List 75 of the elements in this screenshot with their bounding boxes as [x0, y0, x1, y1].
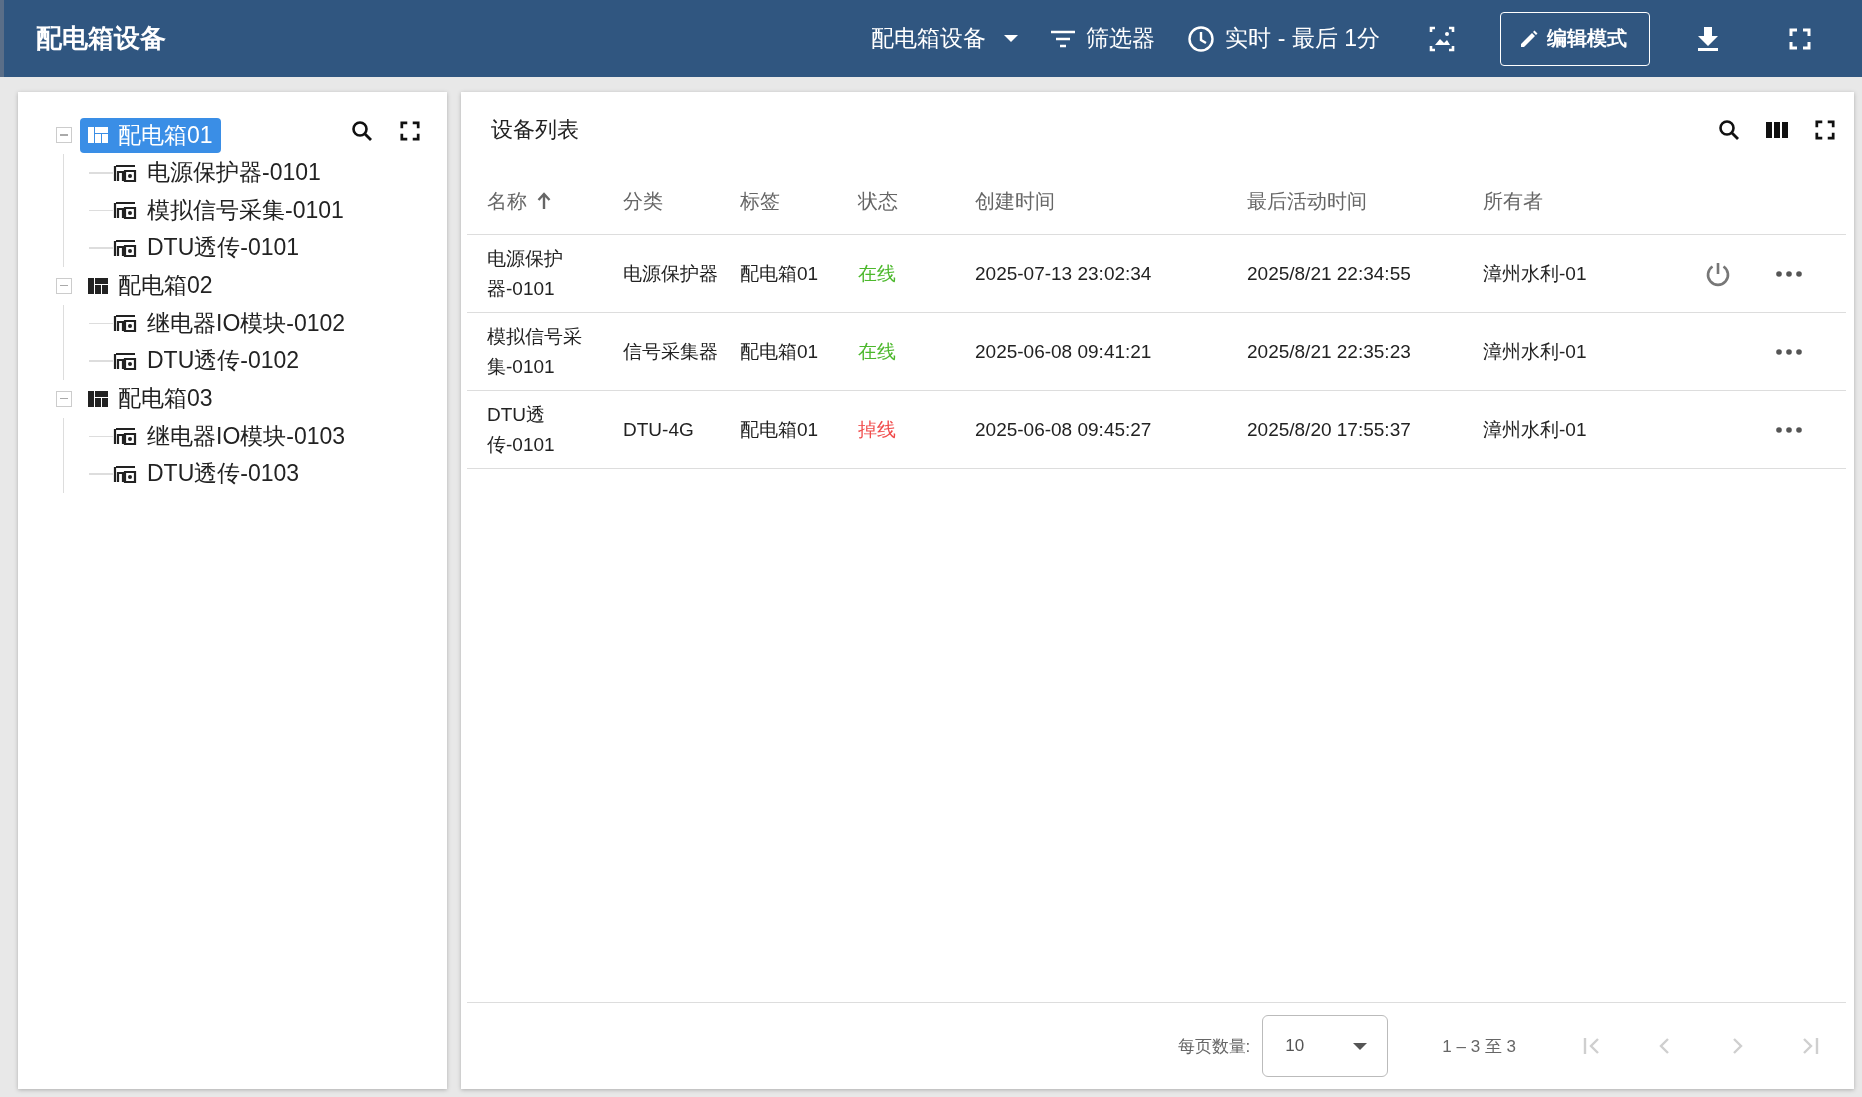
download-icon [1696, 25, 1720, 52]
tree-item[interactable]: 继电器IO模块-0102 [113, 305, 354, 341]
page-size-select[interactable]: 10 [1262, 1015, 1389, 1077]
tree-item[interactable]: DTU透传-0102 [113, 343, 308, 379]
table-cell: 漳州水利-01 [1483, 340, 1587, 362]
device-icon [113, 237, 137, 258]
table-cell: 电源保护器 [623, 262, 718, 284]
column-header[interactable]: 状态 [858, 187, 898, 215]
collapse-toggle[interactable] [56, 127, 72, 143]
status-text: 在线 [858, 262, 896, 284]
table-cell: 2025/8/20 17:55:37 [1247, 418, 1411, 440]
search-icon [1717, 118, 1741, 142]
tree-item[interactable]: 配电箱02 [80, 268, 221, 303]
column-header[interactable]: 分类 [623, 187, 663, 215]
caret-icon [1004, 35, 1019, 42]
sort-ascending-icon [537, 192, 551, 210]
table-cell: 2025/8/21 22:34:55 [1247, 262, 1411, 284]
tree-item[interactable]: 配电箱03 [80, 381, 221, 416]
dashboard-icon [88, 127, 108, 143]
table-cell-text: 模拟信号采集-0101 [487, 325, 583, 379]
device-icon [113, 200, 137, 221]
tree-item[interactable]: 继电器IO模块-0103 [113, 418, 354, 454]
fullscreen-icon [400, 121, 420, 141]
clock-icon [1187, 24, 1216, 53]
table-cell: DTU-4G [623, 418, 694, 440]
table-cell: 配电箱01 [740, 340, 819, 362]
table-cell: 2025-07-13 23:02:34 [975, 262, 1152, 284]
filter-icon [1050, 28, 1077, 49]
table-cell: 2025-06-08 09:41:21 [975, 340, 1152, 362]
column-header[interactable]: 最后活动时间 [1247, 187, 1367, 215]
dashboard-icon [88, 277, 108, 294]
column-header[interactable]: 创建时间 [975, 187, 1055, 215]
table-cell: 漳州水利-01 [1483, 262, 1587, 284]
page-range: 1 – 3 至 3 [1442, 1035, 1516, 1058]
more-icon [1776, 270, 1802, 277]
device-icon [113, 350, 137, 371]
table-title: 设备列表 [491, 116, 579, 144]
tree-item[interactable]: DTU透传-0103 [113, 456, 308, 492]
table-cell: 2025-06-08 09:45:27 [975, 418, 1152, 440]
status-text: 掉线 [858, 418, 896, 440]
collapse-toggle[interactable] [56, 277, 72, 294]
tree-item[interactable]: 模拟信号采集-0101 [113, 192, 352, 228]
table-cell: 信号采集器 [623, 340, 718, 362]
dashboard-icon [88, 390, 108, 407]
fullscreen-icon [1815, 120, 1835, 140]
tree-item[interactable]: 电源保护器-0101 [113, 155, 329, 191]
collapse-toggle[interactable] [56, 390, 72, 407]
search-icon [350, 119, 374, 143]
device-icon [113, 162, 137, 183]
fullscreen-icon [1789, 27, 1811, 50]
page-title: 配电箱设备 [36, 22, 166, 55]
table-cell-text: DTU透传-0101 [487, 403, 556, 457]
device-icon [113, 426, 137, 447]
edit-mode-button[interactable]: 编辑模式 [1500, 11, 1650, 66]
device-icon [113, 463, 137, 484]
filter-button[interactable]: 筛选器 [1046, 17, 1160, 60]
column-header[interactable]: 所有者 [1483, 187, 1543, 215]
caret-icon [1353, 1042, 1368, 1050]
table-cell: 漳州水利-01 [1483, 418, 1587, 440]
table-cell-text: 电源保护器-0101 [487, 247, 564, 301]
page-size-label: 每页数量: [1177, 1035, 1251, 1058]
pencil-icon [1519, 28, 1539, 49]
tree-item[interactable]: DTU透传-0101 [113, 230, 308, 266]
column-header[interactable]: 名称 [487, 187, 551, 215]
more-icon [1776, 348, 1802, 355]
status-text: 在线 [858, 340, 896, 362]
more-icon [1776, 426, 1802, 433]
time-window-button[interactable]: 实时 - 最后 1分 [1183, 17, 1384, 60]
table-cell: 2025/8/21 22:35:23 [1247, 340, 1411, 362]
dashboard-select[interactable]: 配电箱设备 [867, 17, 1023, 60]
table-cell: 配电箱01 [740, 418, 819, 440]
device-icon [113, 313, 137, 334]
columns-icon [1765, 120, 1789, 140]
column-header[interactable]: 标签 [740, 187, 780, 215]
table-cell: 配电箱01 [740, 262, 819, 284]
